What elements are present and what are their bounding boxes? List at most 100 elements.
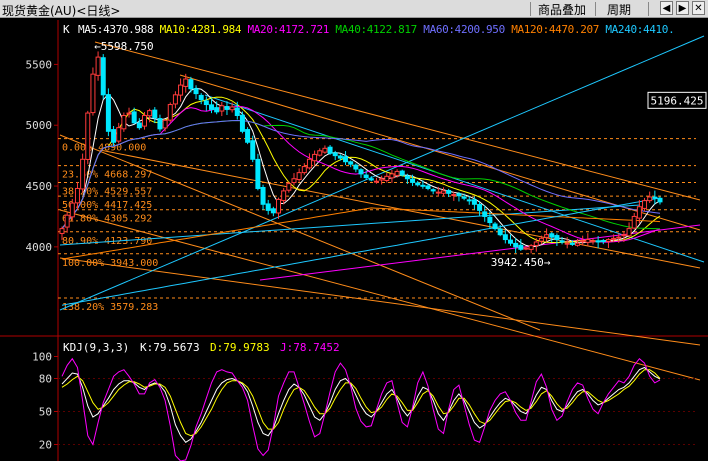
kdj-series-line — [61, 369, 661, 437]
candle-body — [575, 242, 581, 246]
candle-body — [301, 166, 307, 174]
candle-body — [306, 158, 312, 169]
candle-body — [513, 242, 519, 248]
candle-body — [162, 119, 168, 129]
candle-body — [188, 79, 194, 90]
candle-body — [404, 175, 410, 180]
high-price-marker: ←5598.750 — [94, 40, 154, 53]
trendline — [59, 35, 705, 311]
low-price-marker: 3942.450→ — [491, 256, 551, 269]
candle-body — [420, 184, 426, 187]
candle-body — [105, 94, 111, 132]
kdj-y-tick-label: 20 — [39, 439, 52, 452]
y-tick-label: 4500 — [26, 180, 53, 193]
candle-body — [131, 111, 137, 124]
candle-body — [600, 240, 606, 243]
candle-body — [647, 196, 653, 202]
ma-legend-item: MA40:4122.817 — [335, 23, 417, 36]
candle-body — [544, 234, 550, 238]
candle-body — [482, 211, 488, 217]
candle-body — [559, 240, 565, 243]
candle-body — [358, 169, 364, 175]
candle-body — [141, 114, 147, 127]
toolbar-divider — [648, 2, 649, 16]
kdj-y-tick-label: 80 — [39, 373, 52, 386]
candle-body — [456, 193, 462, 197]
candle-body — [528, 245, 534, 250]
candle-body — [327, 146, 333, 154]
close-icon[interactable]: ✕ — [692, 1, 705, 15]
candle-body — [446, 190, 452, 194]
candle-body — [312, 153, 318, 162]
candle-body — [255, 158, 261, 189]
candle-body — [147, 110, 153, 117]
candle-body — [219, 105, 225, 112]
ma-legend-item: MA20:4172.721 — [248, 23, 330, 36]
ma-legend-item: MA10:4281.984 — [160, 23, 242, 36]
candle-body — [549, 233, 555, 238]
candle-body — [229, 106, 235, 111]
candle-body — [611, 237, 617, 240]
y-tick-label: 5000 — [26, 119, 53, 132]
candle-body — [508, 239, 513, 244]
candle-body — [152, 109, 158, 119]
candle-body — [100, 57, 106, 96]
candle-body — [111, 129, 117, 143]
fib-level-label: 23.60% 4668.297 — [62, 170, 152, 181]
candle-body — [461, 196, 467, 199]
candle-body — [564, 242, 570, 245]
candle-body — [95, 56, 101, 76]
candle-body — [657, 197, 663, 203]
ma-legend-item: MA240:4410. — [605, 23, 674, 36]
overlay-button[interactable]: 商品叠加 — [538, 1, 586, 18]
candle-body — [281, 190, 287, 201]
candle-body — [214, 107, 220, 113]
current-price-label: 5196.425 — [651, 94, 704, 107]
candle-body — [224, 106, 230, 110]
candle-body — [487, 216, 493, 224]
candle-body — [64, 214, 70, 228]
trendline — [259, 224, 701, 281]
candle-body — [631, 215, 637, 229]
candle-body — [234, 107, 240, 116]
chart-type-label: K — [63, 23, 70, 36]
y-tick-label: 5500 — [26, 58, 53, 71]
candle-body — [337, 155, 343, 159]
fib-level-label: 61.80% 4305.292 — [62, 214, 152, 225]
ma-legend-item: MA120:4470.207 — [511, 23, 599, 36]
candle-body — [502, 234, 508, 241]
chevron-left-icon[interactable]: ◀ — [660, 1, 673, 15]
candle-body — [379, 178, 385, 181]
title-bar: 现货黄金(AU)<日线> 商品叠加 周期 ◀ ▶ ✕ — [0, 0, 708, 18]
candle-body — [580, 240, 586, 243]
candle-body — [203, 100, 209, 106]
chevron-right-icon[interactable]: ▶ — [676, 1, 689, 15]
candle-body — [136, 122, 142, 129]
candle-body — [343, 156, 349, 163]
candle-body — [595, 240, 601, 243]
candle-body — [554, 235, 560, 241]
candle-body — [250, 140, 256, 160]
candle-body — [121, 114, 127, 130]
candle-body — [410, 178, 416, 183]
candle-body — [466, 199, 472, 202]
candle-body — [585, 239, 591, 243]
candle-body — [399, 170, 405, 176]
kdj-y-tick-label: 100 — [32, 351, 52, 364]
candle-body — [69, 202, 75, 218]
candle-body — [616, 236, 622, 239]
candle-body — [296, 172, 302, 181]
kdj-d-value: D:79.9783 — [210, 341, 270, 354]
toolbar-divider — [530, 2, 531, 16]
candle-body — [260, 186, 266, 205]
kdj-k-value: K:79.5673 — [140, 341, 200, 354]
candle-body — [569, 242, 575, 245]
candle-body — [270, 208, 276, 214]
period-button[interactable]: 周期 — [607, 1, 631, 18]
candle-body — [605, 239, 611, 242]
candle-body — [518, 244, 524, 250]
candle-body — [116, 127, 122, 142]
y-tick-label: 4000 — [26, 241, 53, 254]
candle-body — [394, 170, 400, 176]
candle-body — [59, 228, 65, 234]
